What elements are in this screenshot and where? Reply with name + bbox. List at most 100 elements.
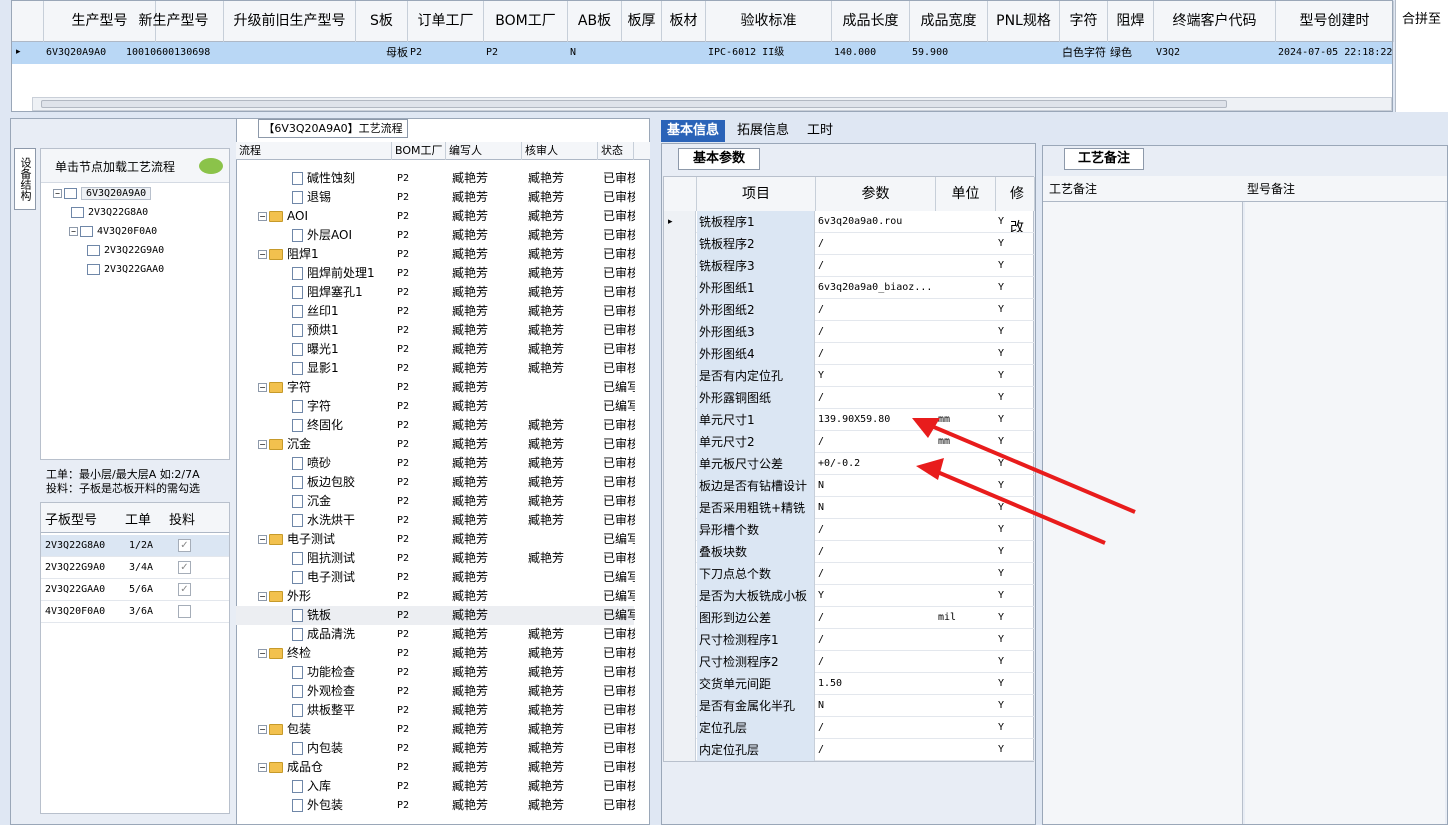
param-row[interactable]: 铣板程序2/ Y xyxy=(664,233,1035,255)
param-param-cell[interactable]: Y xyxy=(816,585,934,607)
process-row[interactable]: 预烘1 P2 臧艳芳 臧艳芳 已审核 xyxy=(236,321,635,340)
sub-board-row[interactable]: 2V3Q22G8A0 1/2A ✓ xyxy=(41,535,229,557)
product-cell[interactable]: V3Q2 xyxy=(1154,42,1276,64)
process-row[interactable]: − 阻焊1 P2 臧艳芳 臧艳芳 已审核 xyxy=(236,245,635,264)
param-param-cell[interactable]: / xyxy=(816,563,934,585)
product-cell[interactable]: 绿色 xyxy=(1108,42,1154,64)
process-row[interactable]: 阻抗测试 P2 臧艳芳 臧艳芳 已审核 xyxy=(236,549,635,568)
product-cell[interactable]: 59.900 xyxy=(910,42,988,64)
product-cell[interactable]: 10010600130698 xyxy=(124,42,224,64)
sub-order-cell[interactable]: 5/6A xyxy=(129,579,169,601)
process-row[interactable]: 水洗烘干 P2 臧艳芳 臧艳芳 已审核 xyxy=(236,511,635,530)
sub-order-cell[interactable]: 3/4A xyxy=(129,557,169,579)
param-row[interactable]: 交货单元间距 1.50 Y xyxy=(664,673,1035,695)
process-row[interactable]: 阻焊前处理1 P2 臧艳芳 臧艳芳 已审核 xyxy=(236,264,635,283)
param-param-cell[interactable]: / xyxy=(816,607,934,629)
product-cell[interactable] xyxy=(662,42,706,64)
param-param-cell[interactable]: / xyxy=(816,255,934,277)
process-row[interactable]: 板边包胶 P2 臧艳芳 臧艳芳 已审核 xyxy=(236,473,635,492)
process-row[interactable]: − 沉金 P2 臧艳芳 臧艳芳 已审核 xyxy=(236,435,635,454)
product-cell[interactable]: 白色字符 xyxy=(1060,42,1108,64)
process-row[interactable]: 显影1 P2 臧艳芳 臧艳芳 已审核 xyxy=(236,359,635,378)
feed-checkbox[interactable]: ✓ xyxy=(178,583,191,596)
process-row[interactable]: 碱性蚀刻 P2 臧艳芳 臧艳芳 已审核 xyxy=(236,169,635,188)
process-row[interactable]: − 包装 P2 臧艳芳 臧艳芳 已审核 xyxy=(236,720,635,739)
product-col-header[interactable]: 订单工厂 xyxy=(408,1,484,42)
product-cell[interactable]: 2024-07-05 22:18:22 xyxy=(1276,42,1394,64)
product-col-header[interactable]: 成品长度 xyxy=(832,1,910,42)
sub-board-row[interactable]: 2V3Q22GAA0 5/6A ✓ xyxy=(41,579,229,601)
product-cell[interactable] xyxy=(988,42,1060,64)
param-param-cell[interactable]: / xyxy=(816,233,934,255)
param-row[interactable]: 尺寸检测程序2/ Y xyxy=(664,651,1035,673)
param-row[interactable]: 外形图纸2/ Y xyxy=(664,299,1035,321)
process-row[interactable]: 成品清洗 P2 臧艳芳 臧艳芳 已审核 xyxy=(236,625,635,644)
param-row[interactable]: 是否有内定位孔 Y Y xyxy=(664,365,1035,387)
collapse-icon[interactable]: − xyxy=(258,725,267,734)
tree-node[interactable]: − 6V3Q20A9A0 xyxy=(53,187,152,201)
collapse-icon[interactable]: − xyxy=(258,440,267,449)
product-col-header[interactable]: 字符 xyxy=(1060,1,1108,42)
product-col-header[interactable]: AB板 xyxy=(568,1,622,42)
process-row[interactable]: 外观检查 P2 臧艳芳 臧艳芳 已审核 xyxy=(236,682,635,701)
collapse-icon[interactable]: − xyxy=(258,212,267,221)
param-row[interactable]: 下刀点总个数 / Y xyxy=(664,563,1035,585)
product-col-header[interactable]: 新生产型号 xyxy=(124,1,224,42)
param-param-cell[interactable]: / xyxy=(816,717,934,739)
product-col-header[interactable]: BOM工厂 xyxy=(484,1,568,42)
param-row[interactable]: 铣板程序3/ Y xyxy=(664,255,1035,277)
process-row[interactable]: 外包装 P2 臧艳芳 臧艳芳 已审核 xyxy=(236,796,635,815)
param-row[interactable]: 内定位孔层 / Y xyxy=(664,739,1035,761)
product-cell[interactable]: P2 xyxy=(484,42,568,64)
collapse-icon[interactable]: − xyxy=(258,383,267,392)
process-row[interactable]: 终固化 P2 臧艳芳 臧艳芳 已审核 xyxy=(236,416,635,435)
tab-structure[interactable]: 设备结构 xyxy=(14,148,36,210)
collapse-icon[interactable]: − xyxy=(258,649,267,658)
process-row[interactable]: 喷砂 P2 臧艳芳 臧艳芳 已审核 xyxy=(236,454,635,473)
product-grid-row-selected[interactable]: ▸ 6V3Q20A9A0 10010600130698 母板 P2 P2 N IPC-6012… xyxy=(12,42,1392,64)
product-cell[interactable]: IPC-6012 II级 xyxy=(706,42,832,64)
product-col-header[interactable]: 型号创建时 xyxy=(1276,1,1394,42)
process-row[interactable]: − 成品仓 P2 臧艳芳 臧艳芳 已审核 xyxy=(236,758,635,777)
param-param-cell[interactable]: / xyxy=(816,321,934,343)
process-row[interactable]: 烘板整平 P2 臧艳芳 臧艳芳 已审核 xyxy=(236,701,635,720)
hscroll-thumb[interactable] xyxy=(41,100,1227,108)
process-row[interactable]: 电子测试 P2 臧艳芳 已编写 xyxy=(236,568,635,587)
param-param-cell[interactable]: N xyxy=(816,695,934,717)
param-row[interactable]: 是否有金属化半孔 N Y xyxy=(664,695,1035,717)
process-row[interactable]: − 字符 P2 臧艳芳 已编写 xyxy=(236,378,635,397)
process-row[interactable]: 外层AOI P2 臧艳芳 臧艳芳 已审核 xyxy=(236,226,635,245)
product-col-header[interactable]: 板材 xyxy=(662,1,706,42)
sub-board-row[interactable]: 4V3Q20F0A0 3/6A xyxy=(41,601,229,623)
tree-node[interactable]: − 4V3Q20F0A0 xyxy=(69,225,157,239)
process-row[interactable]: 内包装 P2 臧艳芳 臧艳芳 已审核 xyxy=(236,739,635,758)
tab-basic-params[interactable]: 基本参数 xyxy=(678,148,760,170)
feed-checkbox[interactable]: ✓ xyxy=(178,561,191,574)
process-row[interactable]: 入库 P2 臧艳芳 臧艳芳 已审核 xyxy=(236,777,635,796)
process-row[interactable]: 字符 P2 臧艳芳 已编写 xyxy=(236,397,635,416)
tree-node[interactable]: 2V3Q22G8A0 xyxy=(71,206,148,220)
product-col-header[interactable]: S板 xyxy=(356,1,408,42)
tree-node[interactable]: 2V3Q22GAA0 xyxy=(87,263,164,277)
process-row[interactable]: 沉金 P2 臧艳芳 臧艳芳 已审核 xyxy=(236,492,635,511)
process-row[interactable]: − 电子测试 P2 臧艳芳 已编写 xyxy=(236,530,635,549)
param-param-cell[interactable]: 6v3q20a9a0_biaoz... xyxy=(816,277,934,299)
collapse-icon[interactable]: − xyxy=(69,226,78,236)
model-remark-area[interactable] xyxy=(1245,202,1445,824)
param-row[interactable]: 外形图纸4/ Y xyxy=(664,343,1035,365)
collapse-icon[interactable]: − xyxy=(258,535,267,544)
param-row[interactable]: 定位孔层 / Y xyxy=(664,717,1035,739)
product-col-header[interactable]: 阻焊 xyxy=(1108,1,1154,42)
product-col-header[interactable]: 升级前旧生产型号 xyxy=(224,1,356,42)
param-param-cell[interactable]: / xyxy=(816,343,934,365)
process-row[interactable]: 功能检查 P2 臧艳芳 臧艳芳 已审核 xyxy=(236,663,635,682)
param-row[interactable]: 外形图纸1 6v3q20a9a0_biaoz... Y xyxy=(664,277,1035,299)
product-col-header[interactable]: 板厚 xyxy=(622,1,662,42)
feed-checkbox[interactable]: ✓ xyxy=(178,539,191,552)
process-row[interactable]: 铣板 P2 臧艳芳 已编写 xyxy=(236,606,635,625)
process-row[interactable]: − AOI P2 臧艳芳 臧艳芳 已审核 xyxy=(236,207,635,226)
product-cell[interactable]: N xyxy=(568,42,622,64)
param-param-cell[interactable]: 6v3q20a9a0.rou xyxy=(816,211,934,233)
collapse-icon[interactable]: − xyxy=(258,592,267,601)
process-row[interactable]: − 外形 P2 臧艳芳 已编写 xyxy=(236,587,635,606)
